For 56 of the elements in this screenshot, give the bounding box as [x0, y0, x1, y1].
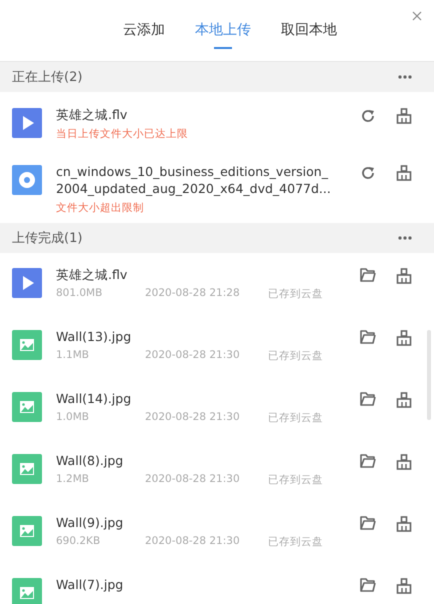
file-name: Wall(7).jpg	[56, 576, 124, 593]
upload-time: 2020-08-28 21:30	[145, 349, 241, 363]
file-size: 1.0MB	[56, 411, 90, 425]
disc-file-icon	[12, 165, 42, 195]
brush-icon[interactable]	[396, 578, 412, 594]
brush-icon[interactable]	[396, 268, 412, 284]
file-name: Wall(14).jpg	[56, 390, 132, 407]
section-title: 正在上传(2)	[12, 69, 82, 86]
error-message: 文件大小超出限制	[56, 201, 145, 215]
upload-status: 已存到云盘	[268, 473, 324, 487]
file-name: 英雄之城.flv	[56, 106, 128, 123]
folder-icon[interactable]	[360, 268, 376, 282]
folder-icon[interactable]	[360, 516, 376, 530]
image-file-icon	[12, 454, 42, 484]
upload-time: 2020-08-28 21:30	[145, 473, 241, 487]
image-file-icon	[12, 516, 42, 546]
upload-status: 已存到云盘	[268, 535, 324, 549]
brush-icon[interactable]	[396, 165, 412, 181]
upload-time: 2020-08-28 21:30	[145, 411, 241, 425]
tab[interactable]: 取回本地	[277, 10, 341, 50]
upload-time: 2020-08-28 21:28	[145, 287, 241, 301]
file-name: Wall(9).jpg	[56, 514, 124, 531]
retry-icon[interactable]	[360, 108, 376, 124]
brush-icon[interactable]	[396, 392, 412, 408]
file-size: 801.0MB	[56, 287, 104, 301]
brush-icon[interactable]	[396, 330, 412, 346]
folder-icon[interactable]	[360, 392, 376, 406]
tab[interactable]: 云添加	[119, 10, 169, 50]
file-name: Wall(8).jpg	[56, 452, 124, 469]
retry-icon[interactable]	[360, 165, 376, 181]
file-size: 690.2KB	[56, 535, 102, 549]
file-size: 1.1MB	[56, 349, 90, 363]
upload-status: 已存到云盘	[268, 411, 324, 425]
more-icon[interactable]	[398, 75, 412, 79]
folder-icon[interactable]	[360, 454, 376, 468]
upload-status: 已存到云盘	[268, 349, 324, 363]
upload-time: 2020-08-28 21:30	[145, 535, 241, 549]
upload-status: 已存到云盘	[268, 287, 324, 301]
folder-icon[interactable]	[360, 330, 376, 344]
file-size: 1.2MB	[56, 473, 90, 487]
more-icon[interactable]	[398, 236, 412, 240]
file-name: cn_windows_10_business_editions_version_2004_updated_aug_2020_x64_dvd_4077d...	[56, 163, 331, 197]
folder-icon[interactable]	[360, 578, 376, 592]
brush-icon[interactable]	[396, 454, 412, 470]
error-message: 当日上传文件大小已达上限	[56, 127, 189, 141]
file-name: 英雄之城.flv	[56, 266, 128, 283]
image-file-icon	[12, 330, 42, 360]
brush-icon[interactable]	[396, 516, 412, 532]
brush-icon[interactable]	[396, 108, 412, 124]
image-file-icon	[12, 392, 42, 422]
tab[interactable]: 本地上传	[191, 10, 255, 50]
file-name: Wall(13).jpg	[56, 328, 132, 345]
video-file-icon	[12, 108, 42, 138]
video-file-icon	[12, 268, 42, 298]
close-icon[interactable]	[410, 9, 424, 23]
section-title: 上传完成(1)	[12, 230, 82, 247]
